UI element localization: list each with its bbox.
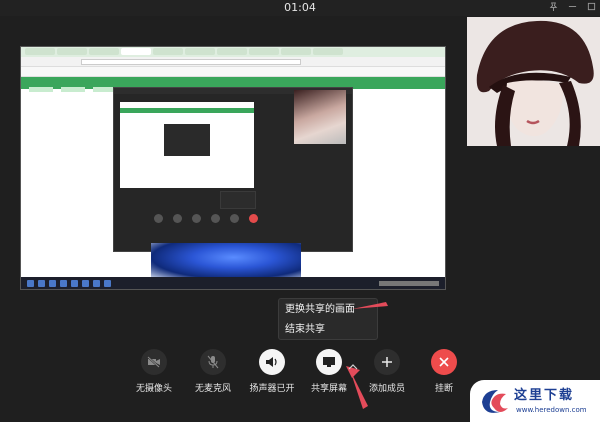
hang-up-label: 挂断 xyxy=(434,384,453,394)
speaker-label: 扬声器已开 xyxy=(249,384,295,394)
mic-off-button[interactable]: 无麦克风 xyxy=(183,349,243,394)
watermark-logo-icon xyxy=(482,390,508,413)
plus-icon xyxy=(374,349,400,375)
close-icon xyxy=(431,349,457,375)
add-member-label: 添加成员 xyxy=(368,384,405,394)
camera-off-icon xyxy=(141,349,167,375)
hang-up-button[interactable]: 挂断 xyxy=(414,349,474,394)
meeting-window: 01:04 更换共享的画面 结束共享 无摄像头 无麦克风 扬声器已开 共享屏幕 … xyxy=(0,0,600,422)
screen-share-icon xyxy=(316,349,342,375)
share-screen-label: 共享屏幕 xyxy=(310,384,347,394)
watermark-url: www.heredown.com xyxy=(516,406,587,414)
site-watermark: 这里下载 www.heredown.com xyxy=(470,380,600,422)
speaker-button[interactable]: 扬声器已开 xyxy=(242,349,302,394)
camera-off-button[interactable]: 无摄像头 xyxy=(124,349,184,394)
mic-off-label: 无麦克风 xyxy=(194,384,231,394)
speaker-icon xyxy=(259,349,285,375)
watermark-site-name: 这里下载 xyxy=(514,388,575,403)
add-member-button[interactable]: 添加成员 xyxy=(357,349,417,394)
camera-off-label: 无摄像头 xyxy=(135,384,172,394)
annotation-arrow-menu xyxy=(352,302,388,309)
mic-off-icon xyxy=(200,349,226,375)
